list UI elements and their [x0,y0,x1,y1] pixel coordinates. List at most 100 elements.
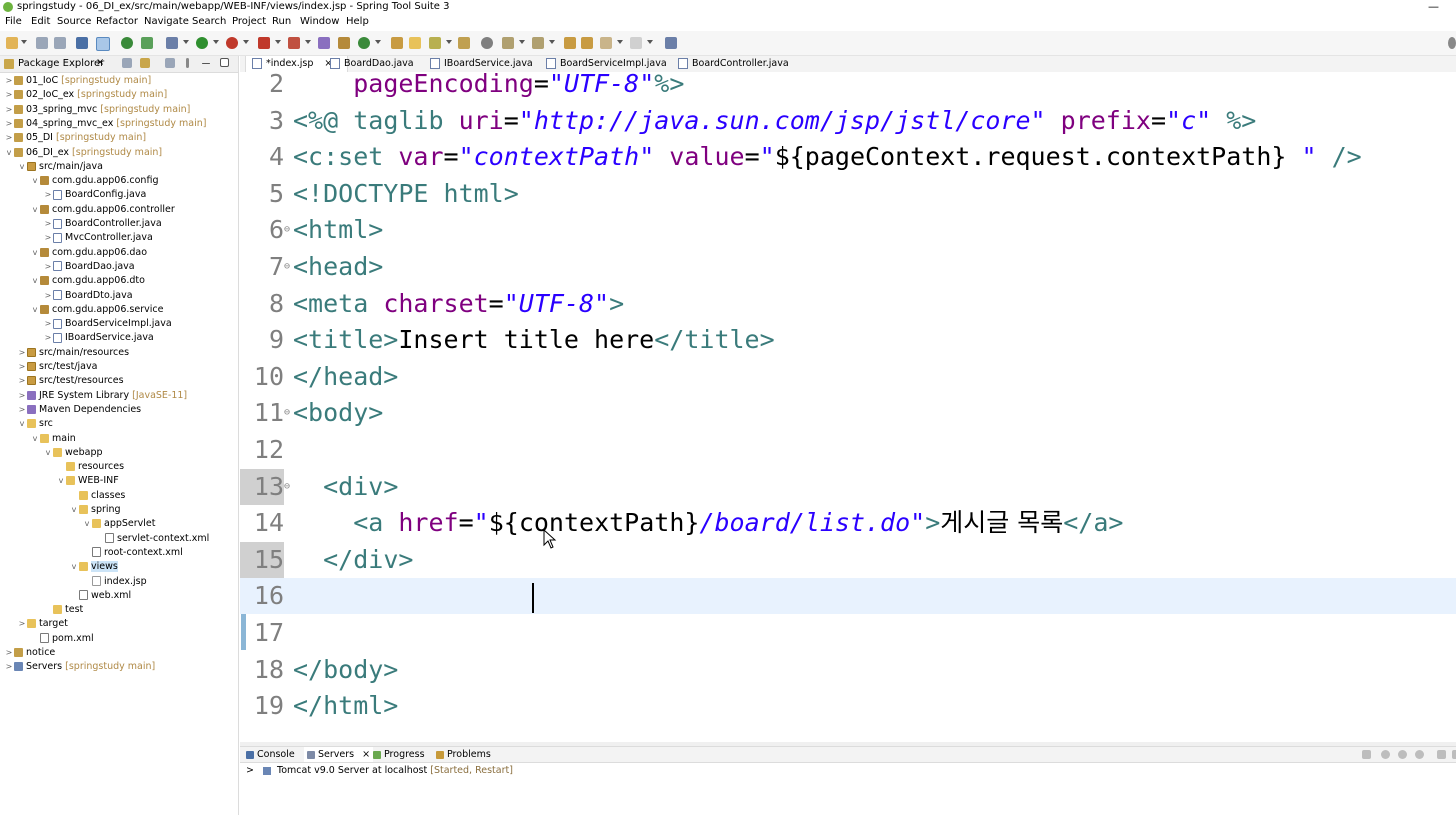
fold-toggle-icon[interactable]: ⊖ [284,212,292,248]
refresh-icon[interactable] [141,37,153,49]
save-icon[interactable] [36,37,48,49]
tree-item[interactable]: >05_DI [springstudy main] [4,131,146,145]
tree-item[interactable]: > src/main/resources [17,346,129,360]
package-explorer-title[interactable]: Package Explorer [18,58,104,69]
menu-run[interactable]: Run [272,16,291,27]
tab-boarddao-java[interactable]: BoardDao.java [330,56,414,72]
code-line[interactable]: 15 </div> [240,541,1456,578]
annotation-icon[interactable] [502,37,514,49]
tree-item[interactable]: v com.gdu.app06.config [30,174,159,188]
code-line[interactable]: 16 [240,578,1456,615]
tree-item[interactable]: > src/test/resources [17,374,124,388]
chevron-right-icon[interactable]: > [43,217,53,231]
tree-item[interactable]: v spring [69,503,121,517]
tree-item[interactable]: > notice [4,646,56,660]
chevron-down-icon[interactable]: v [17,417,27,431]
tree-item[interactable]: > BoardDao.java [43,260,135,274]
tree-item[interactable]: > src/test/java [17,360,98,374]
debug-server-icon[interactable] [1381,750,1390,759]
code-line[interactable]: 11 ⊖ <body> [240,395,1456,431]
tree-item[interactable]: web.xml [69,589,131,603]
open-perspective-icon[interactable] [665,37,677,49]
menu-window[interactable]: Window [300,16,339,27]
tree-item[interactable]: >03_spring_mvc [springstudy main] [4,103,191,117]
fold-toggle-icon[interactable]: ⊖ [284,469,292,505]
back-arrow-icon[interactable] [600,37,612,49]
code-line[interactable]: 17 [240,615,1456,651]
prev-annotation-icon[interactable] [532,37,544,49]
run-icon[interactable] [196,37,208,49]
tree-item[interactable]: v webapp [43,446,103,460]
chevron-down-icon[interactable]: v [30,203,40,217]
menu-edit[interactable]: Edit [31,16,50,27]
code-line[interactable]: 4 <c:set var="contextPath" value="${pageC… [240,139,1456,175]
tab-problems[interactable]: Problems [436,747,491,762]
tree-item[interactable]: > BoardController.java [43,217,162,231]
toggle-mark-icon[interactable] [96,37,110,51]
console-toolbar-icon[interactable] [76,37,88,49]
tree-item[interactable]: v WEB-INF [56,474,119,488]
tree-item[interactable]: > BoardServiceImpl.java [43,317,172,331]
debug-icon[interactable] [166,37,178,49]
code-editor[interactable]: 2 pageEncoding="UTF-8"%> 3 <%@ taglib uri=… [240,72,1456,742]
chevron-down-icon[interactable]: v [69,503,79,517]
code-line[interactable]: 12 [240,432,1456,468]
minimize-view-icon[interactable] [202,63,210,64]
new-java-project-icon[interactable] [318,37,330,49]
back-dropdown-icon[interactable] [617,40,623,44]
task-dropdown-icon[interactable] [446,40,452,44]
chevron-right-icon[interactable]: > [4,74,14,88]
chevron-right-icon[interactable]: > [43,331,53,345]
menu-navigate[interactable]: Navigate [144,16,189,27]
tree-item[interactable]: > BoardDto.java [43,289,133,303]
code-line[interactable]: 2 pageEncoding="UTF-8"%> [240,72,1456,102]
gear-tb-icon[interactable] [481,37,493,49]
chevron-down-icon[interactable]: v [30,432,40,446]
server-icon-tb[interactable] [288,37,300,49]
publish-icon[interactable] [1452,750,1456,759]
tree-item[interactable]: test [43,603,83,617]
fold-toggle-icon[interactable]: ⊖ [284,395,292,431]
chevron-right-icon[interactable]: > [4,646,14,660]
run-dropdown-icon[interactable] [213,40,219,44]
new-class-dropdown-icon[interactable] [375,40,381,44]
maximize-view-icon[interactable] [220,58,229,67]
external-dropdown-icon[interactable] [243,40,249,44]
minimize-button[interactable]: — [1428,0,1439,13]
tree-item[interactable]: index.jsp [82,575,147,589]
new-package-icon[interactable] [338,37,350,49]
code-line[interactable]: 7 ⊖ <head> [240,249,1456,285]
tree-item[interactable]: v com.gdu.app06.controller [30,203,175,217]
tree-item[interactable]: v com.gdu.app06.service [30,303,164,317]
tree-item[interactable]: v com.gdu.app06.dto [30,274,145,288]
chevron-down-icon[interactable]: v [43,446,53,460]
link-editor-icon[interactable] [140,58,150,68]
tree-item[interactable]: v main [30,432,76,446]
code-line[interactable]: 8 <meta charset="UTF-8"> [240,286,1456,322]
tree-item[interactable]: > MvcController.java [43,231,153,245]
chevron-right-icon[interactable]: > [4,88,14,102]
code-line[interactable]: 18 </body> [240,652,1456,688]
tree-item[interactable]: v appServlet [82,517,156,531]
chevron-right-icon[interactable]: > [43,231,53,245]
menu-source[interactable]: Source [57,16,91,27]
code-line[interactable]: 6 ⊖ <html> [240,212,1456,248]
chevron-down-icon[interactable]: v [56,474,66,488]
chevron-down-icon[interactable]: v [4,146,14,160]
chevron-down-icon[interactable]: v [30,174,40,188]
code-line[interactable]: 3 <%@ taglib uri="http://java.sun.com/jsp… [240,103,1456,139]
chevron-down-icon[interactable]: v [30,274,40,288]
tree-item[interactable]: > Maven Dependencies [17,403,142,417]
tree-item[interactable]: v src [17,417,53,431]
tree-item[interactable]: resources [56,460,124,474]
chevron-right-icon[interactable]: > [17,346,27,360]
stop-icon[interactable] [258,37,270,49]
code-line[interactable]: 19 </html> [240,688,1456,724]
save-all-icon[interactable] [54,37,66,49]
tree-item[interactable]: > target [17,617,68,631]
forward-dropdown-icon[interactable] [647,40,653,44]
tab-progress[interactable]: Progress [373,747,425,762]
chevron-right-icon[interactable]: > [4,103,14,117]
close-tab-icon[interactable]: × [362,749,370,760]
menu-refactor[interactable]: Refactor [96,16,138,27]
